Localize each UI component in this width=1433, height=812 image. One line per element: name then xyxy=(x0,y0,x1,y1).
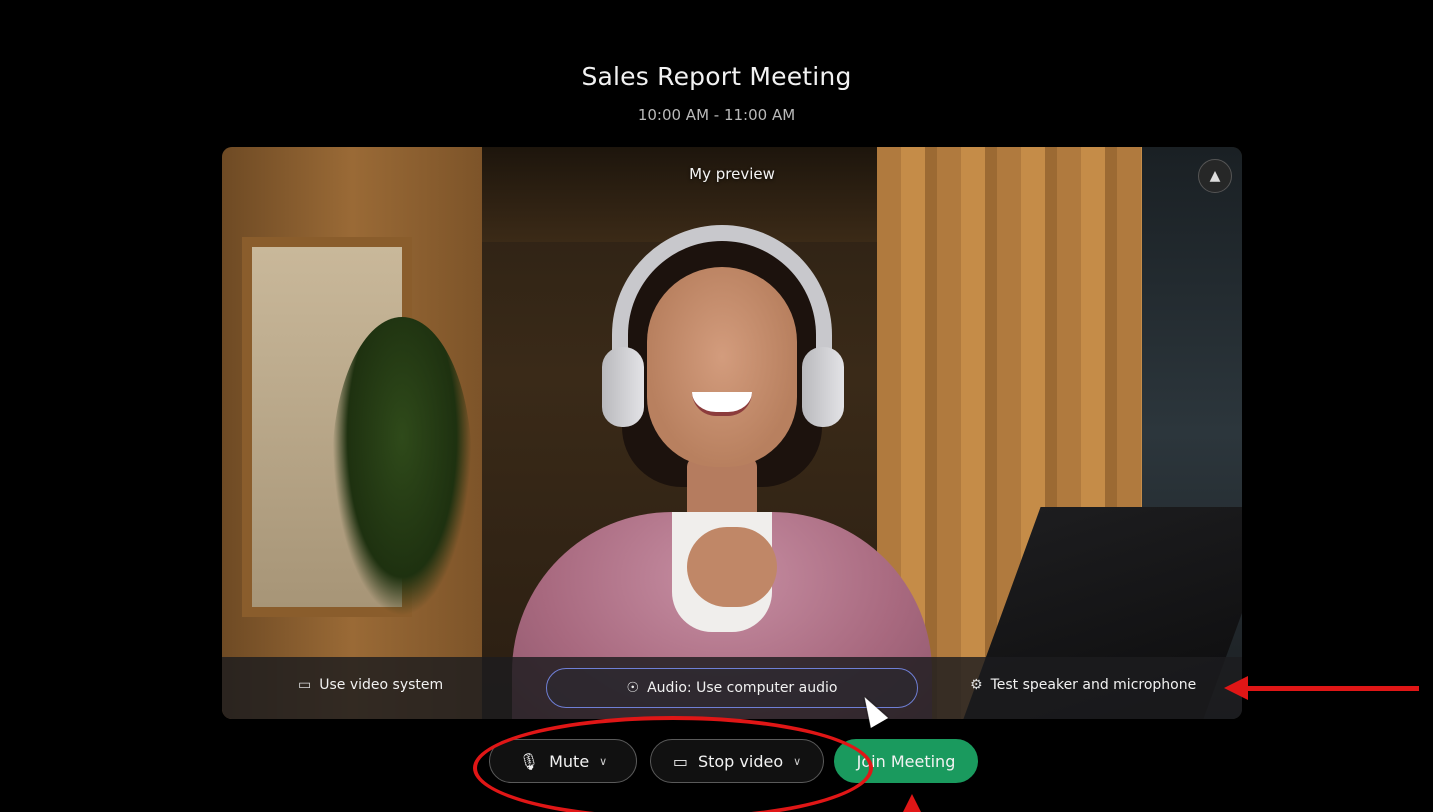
mirror-icon: ▲ xyxy=(1209,168,1221,184)
person-video xyxy=(512,225,932,719)
meeting-title: Sales Report Meeting xyxy=(581,62,852,91)
audio-selector-label: Audio: Use computer audio xyxy=(647,680,838,696)
meeting-time: 10:00 AM - 11:00 AM xyxy=(637,106,796,124)
headphones-cup-left xyxy=(602,347,644,427)
preview-bar: ▭ Use video system ☉ Audio: Use computer… xyxy=(222,657,1242,719)
annotation-arrow-head xyxy=(1224,676,1248,700)
mirror-button[interactable]: ▲ xyxy=(1198,159,1232,193)
annotation-arrow-line xyxy=(1244,686,1419,691)
test-speaker-mic-label: Test speaker and microphone xyxy=(990,677,1197,693)
headset-icon: ☉ xyxy=(626,680,640,696)
use-video-system-button[interactable]: ▭ Use video system xyxy=(298,677,443,693)
headphones-cup-right xyxy=(802,347,844,427)
person-hands xyxy=(687,527,777,607)
preview-label: My preview xyxy=(689,165,775,183)
cast-screen-icon: ▭ xyxy=(298,677,312,693)
scene-plant xyxy=(332,317,472,617)
annotation-ellipse xyxy=(473,716,873,812)
annotation-arrow-up xyxy=(902,794,922,812)
gear-icon: ⚙ xyxy=(970,677,983,693)
video-preview: My preview ▲ ▭ Use video system ☉ Audio:… xyxy=(222,147,1242,719)
headphones-band xyxy=(612,225,832,405)
test-speaker-mic-button[interactable]: ⚙ Test speaker and microphone xyxy=(970,677,1196,693)
use-video-system-label: Use video system xyxy=(319,677,444,693)
